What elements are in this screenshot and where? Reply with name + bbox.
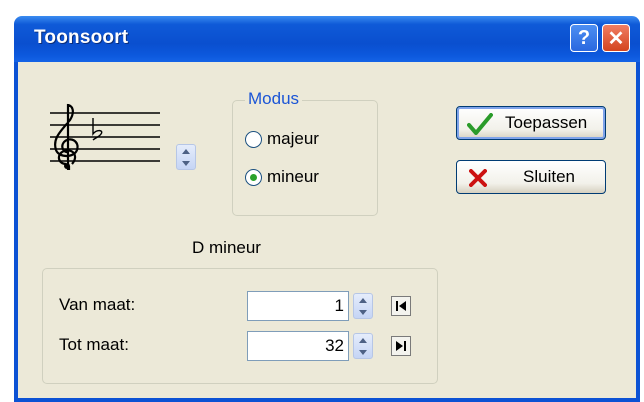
close-button[interactable]: Sluiten: [456, 160, 606, 194]
range-group: Van maat: 1 Tot maat: 32: [42, 268, 438, 384]
window-border-right: [636, 62, 640, 402]
first-measure-button[interactable]: [391, 296, 411, 316]
help-button[interactable]: ?: [570, 24, 598, 52]
apply-button[interactable]: Toepassen: [456, 106, 606, 140]
dialog-window: Toonsoort ? ✕ Modus majeur mineur Toepas…: [0, 8, 644, 402]
from-spinner[interactable]: [353, 293, 373, 319]
key-down-icon[interactable]: [177, 157, 195, 169]
radio-majeur-label[interactable]: majeur: [267, 129, 319, 149]
radio-mineur[interactable]: [245, 169, 262, 186]
title-bar[interactable]: Toonsoort ? ✕: [14, 16, 640, 62]
staff-preview: [50, 103, 160, 170]
to-label: Tot maat:: [59, 335, 129, 354]
close-icon: ✕: [607, 27, 625, 50]
help-icon: ?: [577, 26, 591, 49]
to-spinner[interactable]: [353, 333, 373, 359]
from-up-icon[interactable]: [354, 294, 372, 306]
from-label: Van maat:: [59, 295, 136, 314]
radio-majeur[interactable]: [245, 131, 262, 148]
to-field[interactable]: 32: [247, 331, 349, 361]
modus-label: Modus: [245, 89, 303, 109]
key-up-icon[interactable]: [177, 145, 195, 157]
dialog-content: Modus majeur mineur Toepassen Sluiten D …: [18, 62, 636, 398]
from-field[interactable]: 1: [247, 291, 349, 321]
radio-mineur-label[interactable]: mineur: [267, 167, 319, 187]
to-down-icon[interactable]: [354, 346, 372, 358]
modus-group: Modus majeur mineur: [232, 89, 378, 216]
close-button-label: Sluiten: [523, 167, 575, 186]
check-icon: [467, 113, 493, 135]
to-up-icon[interactable]: [354, 334, 372, 346]
last-measure-button[interactable]: [391, 336, 411, 356]
go-first-icon: [396, 301, 406, 311]
window-border-bottom: [14, 398, 640, 402]
window-title: Toonsoort: [34, 27, 129, 48]
radio-selected-dot: [250, 174, 257, 181]
close-window-button[interactable]: ✕: [602, 24, 630, 52]
from-down-icon[interactable]: [354, 306, 372, 318]
key-spinner[interactable]: [176, 144, 196, 170]
key-display: D mineur: [192, 238, 261, 257]
cross-icon: [469, 169, 487, 187]
go-last-icon: [396, 341, 406, 351]
apply-button-label: Toepassen: [505, 113, 588, 132]
